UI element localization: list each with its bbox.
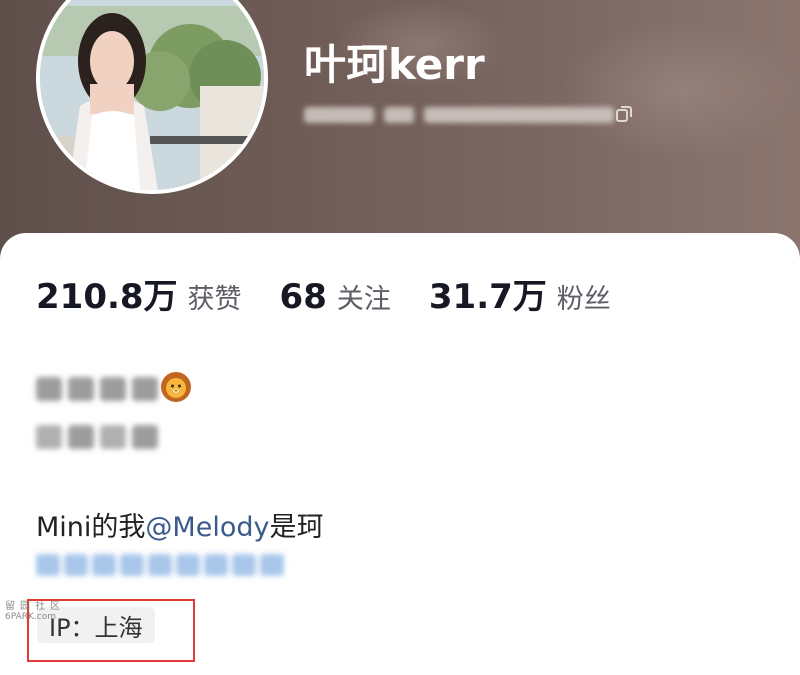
bio-text-suffix: 是珂 <box>269 512 324 543</box>
profile-header-background: 叶珂kerr <box>0 0 800 260</box>
stat-likes-label: 获赞 <box>187 284 242 315</box>
watermark-cn: 留园社区 <box>5 601 65 612</box>
stat-followers[interactable]: 31.7万 粉丝 <box>429 269 611 318</box>
profile-card: 210.8万 获赞 68 关注 31.7万 粉丝 🦁 Mini的我@Melody… <box>0 233 800 675</box>
stat-likes[interactable]: 210.8万 获赞 <box>36 269 242 318</box>
stat-followers-label: 粉丝 <box>556 284 611 315</box>
lion-emoji-icon <box>161 372 191 402</box>
stat-following-label: 关注 <box>336 284 391 315</box>
bio-text-prefix: Mini的我 <box>36 512 146 543</box>
stat-following[interactable]: 68 关注 <box>280 277 391 317</box>
stat-likes-value: 210.8万 <box>36 277 178 317</box>
stat-following-value: 68 <box>279 277 327 317</box>
watermark-en: 6PARK.com <box>5 612 56 622</box>
avatar-photo-icon <box>40 0 264 190</box>
profile-nickname: 叶珂kerr <box>304 40 485 89</box>
avatar[interactable] <box>36 0 268 194</box>
account-id-blurred <box>304 102 614 128</box>
copy-icon[interactable] <box>614 104 634 124</box>
watermark: 留园社区 6PARK.com <box>5 601 71 623</box>
bio-mention-line: Mini的我@Melody是珂 <box>36 505 323 544</box>
profile-stats: 210.8万 获赞 68 关注 31.7万 粉丝 <box>36 269 649 325</box>
stat-followers-value: 31.7万 <box>428 277 547 317</box>
mention-link[interactable]: @Melody <box>145 512 269 543</box>
blurred-link-line[interactable] <box>36 551 284 579</box>
bio-line-blurred-2 <box>36 423 158 451</box>
bio-line-blurred-1 <box>36 375 158 403</box>
